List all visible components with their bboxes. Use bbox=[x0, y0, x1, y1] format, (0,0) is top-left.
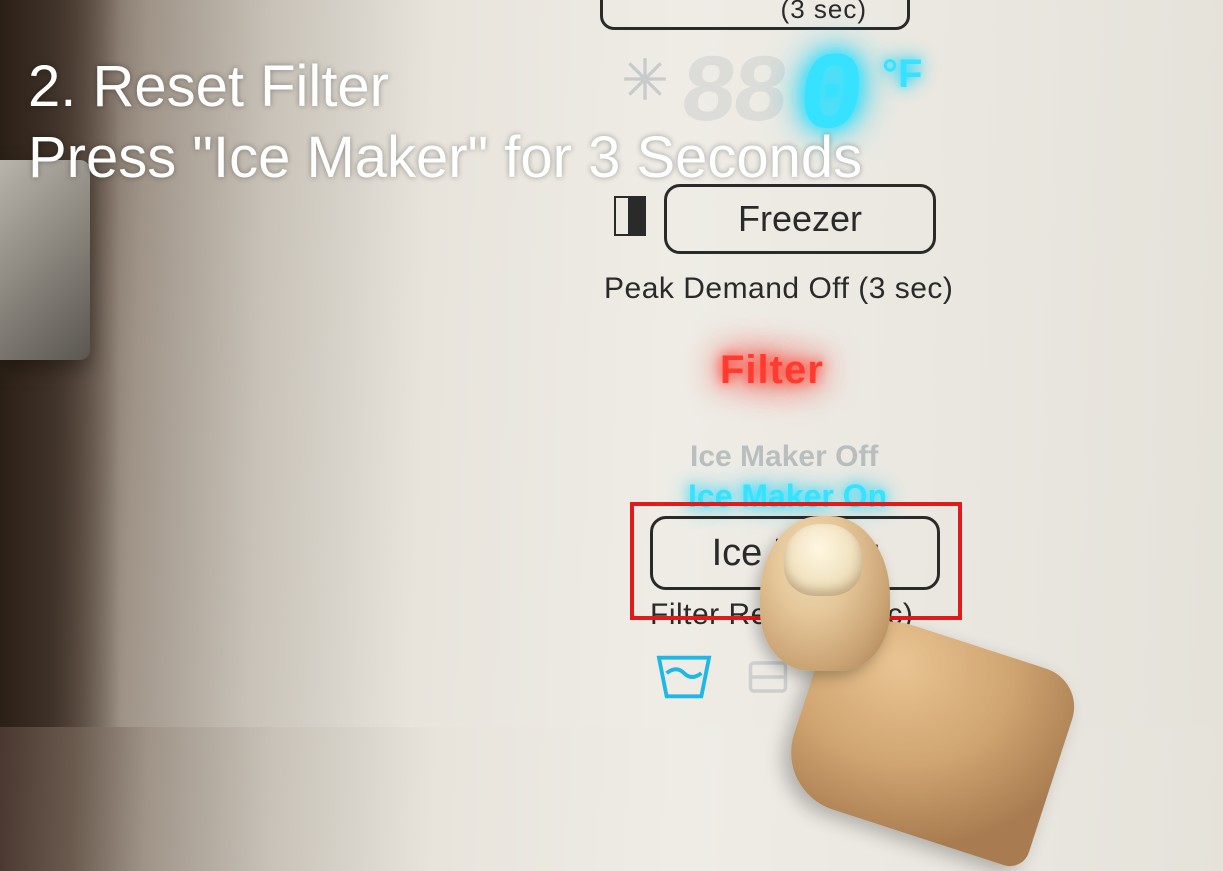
filter-indicator-light: Filter bbox=[720, 348, 824, 393]
fridge-button-outline-partial[interactable]: (3 sec) bbox=[600, 0, 910, 30]
ice-cube-icon bbox=[740, 650, 796, 704]
freezer-compartment-icon bbox=[614, 196, 654, 240]
water-dispenser-icon bbox=[652, 650, 716, 704]
instruction-highlight-box bbox=[630, 502, 962, 620]
instruction-overlay-text: 2. Reset Filter Press "Ice Maker" for 3 … bbox=[28, 52, 862, 194]
freezer-button[interactable]: Freezer bbox=[664, 184, 936, 254]
ice-maker-off-label: Ice Maker Off bbox=[690, 440, 878, 474]
freezer-button-label: Freezer bbox=[738, 198, 862, 240]
temperature-unit: °F bbox=[882, 52, 922, 97]
fridge-button-sublabel-partial: (3 sec) bbox=[781, 0, 867, 25]
freezer-sublabel: Peak Demand Off (3 sec) bbox=[604, 272, 953, 306]
